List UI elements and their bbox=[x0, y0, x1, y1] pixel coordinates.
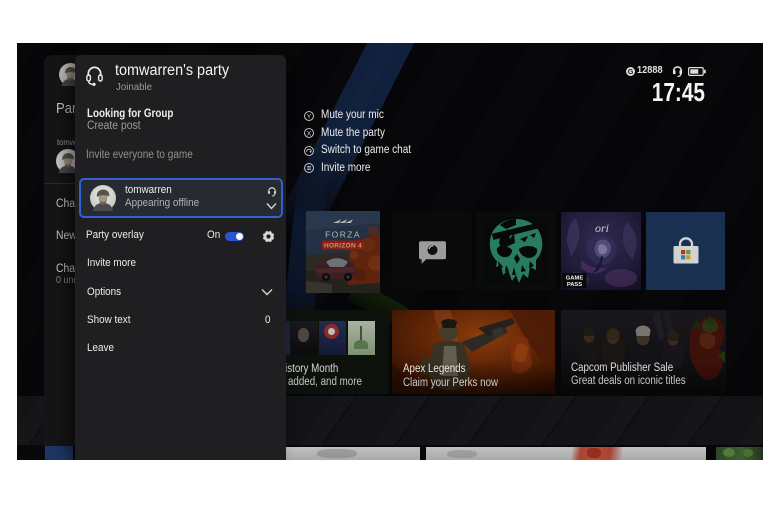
svg-text:G: G bbox=[628, 67, 634, 76]
svg-text:Y: Y bbox=[307, 113, 312, 120]
svg-text:GAME: GAME bbox=[566, 276, 584, 282]
svg-text:X: X bbox=[307, 130, 312, 137]
svg-text:PASS: PASS bbox=[567, 282, 582, 288]
